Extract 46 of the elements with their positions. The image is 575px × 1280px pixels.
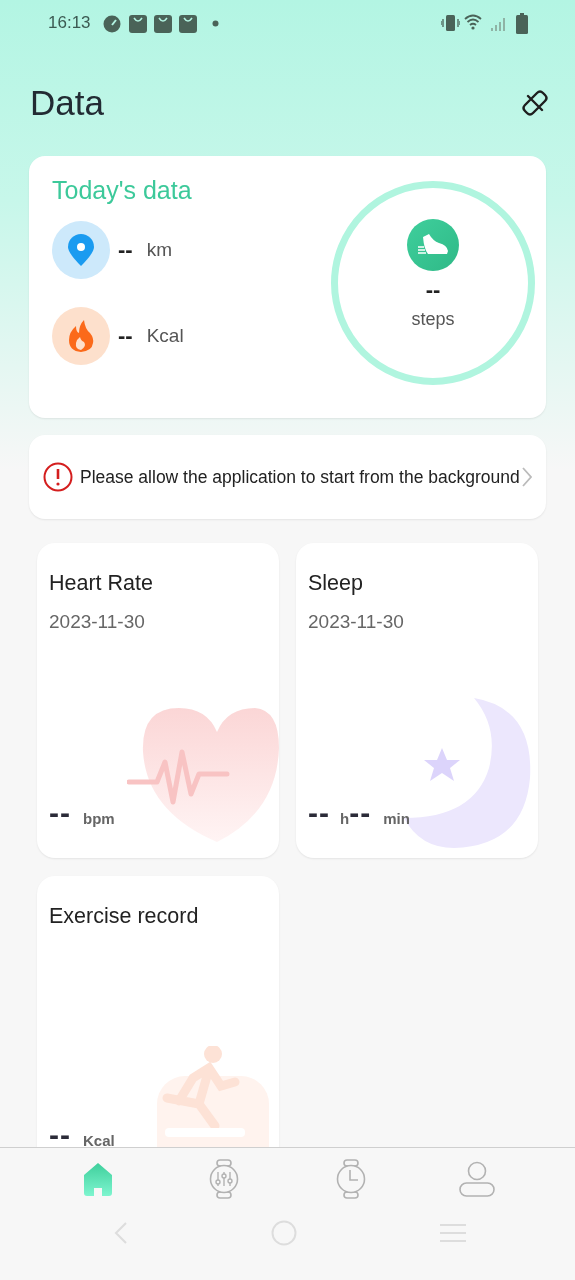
watch-icon[interactable] [335, 1159, 366, 1199]
page-title: Data [30, 83, 104, 123]
background-permission-banner[interactable]: Please allow the application to start from the background [29, 435, 546, 519]
metric-unit: Kcal [146, 325, 184, 347]
metric-card[interactable]: Heart Rate 2023-11-30 -- bpm [37, 543, 279, 858]
metric-value: -- [349, 800, 372, 826]
metric-unit: km [146, 239, 172, 261]
card-title: Heart Rate [49, 571, 153, 596]
metric-value: -- [118, 237, 133, 263]
shopping-bag-icon [179, 15, 197, 33]
shopping-bag-icon [154, 15, 172, 33]
metric-unit: h [340, 811, 350, 826]
metric-value: -- [308, 800, 330, 826]
warning-icon [43, 462, 73, 492]
metric-value: -- [49, 1122, 71, 1147]
card-date: 2023-11-30 [49, 611, 145, 633]
profile-icon[interactable] [458, 1161, 495, 1197]
metric-card[interactable]: Exercise record -- Kcal [37, 876, 279, 1147]
steps-unit: steps [411, 309, 455, 330]
wifi-icon [464, 14, 482, 30]
menu-icon[interactable] [439, 1223, 467, 1243]
shopping-bag-icon [129, 15, 147, 33]
card-title: Sleep [308, 571, 363, 596]
metric-value: -- [118, 323, 133, 349]
card-title: Today's data [52, 176, 192, 205]
shoe-icon [407, 219, 459, 271]
home-button-icon[interactable] [270, 1220, 297, 1246]
alert-message: Please allow the application to start from the background [80, 466, 521, 488]
speedometer-icon [103, 15, 121, 33]
metric-unit: Kcal [83, 1133, 115, 1147]
metric-unit: min [383, 811, 410, 826]
unlink-icon[interactable] [521, 89, 549, 117]
status-time: 16:13 [48, 13, 91, 33]
vibrate-icon [441, 14, 460, 32]
signal-icon [490, 15, 507, 32]
watch-sliders-icon[interactable] [209, 1159, 240, 1199]
battery-icon [516, 13, 528, 34]
card-title: Exercise record [49, 904, 199, 929]
metric-unit: bpm [83, 811, 115, 826]
chevron-right-icon [522, 467, 532, 487]
metric-card[interactable]: Sleep 2023-11-30 -- h-- min [296, 543, 538, 858]
metric-value: -- [49, 800, 71, 826]
steps-value: -- [425, 277, 441, 303]
card-date: 2023-11-30 [308, 611, 404, 633]
back-icon[interactable] [114, 1222, 128, 1244]
dot-icon [212, 20, 219, 27]
